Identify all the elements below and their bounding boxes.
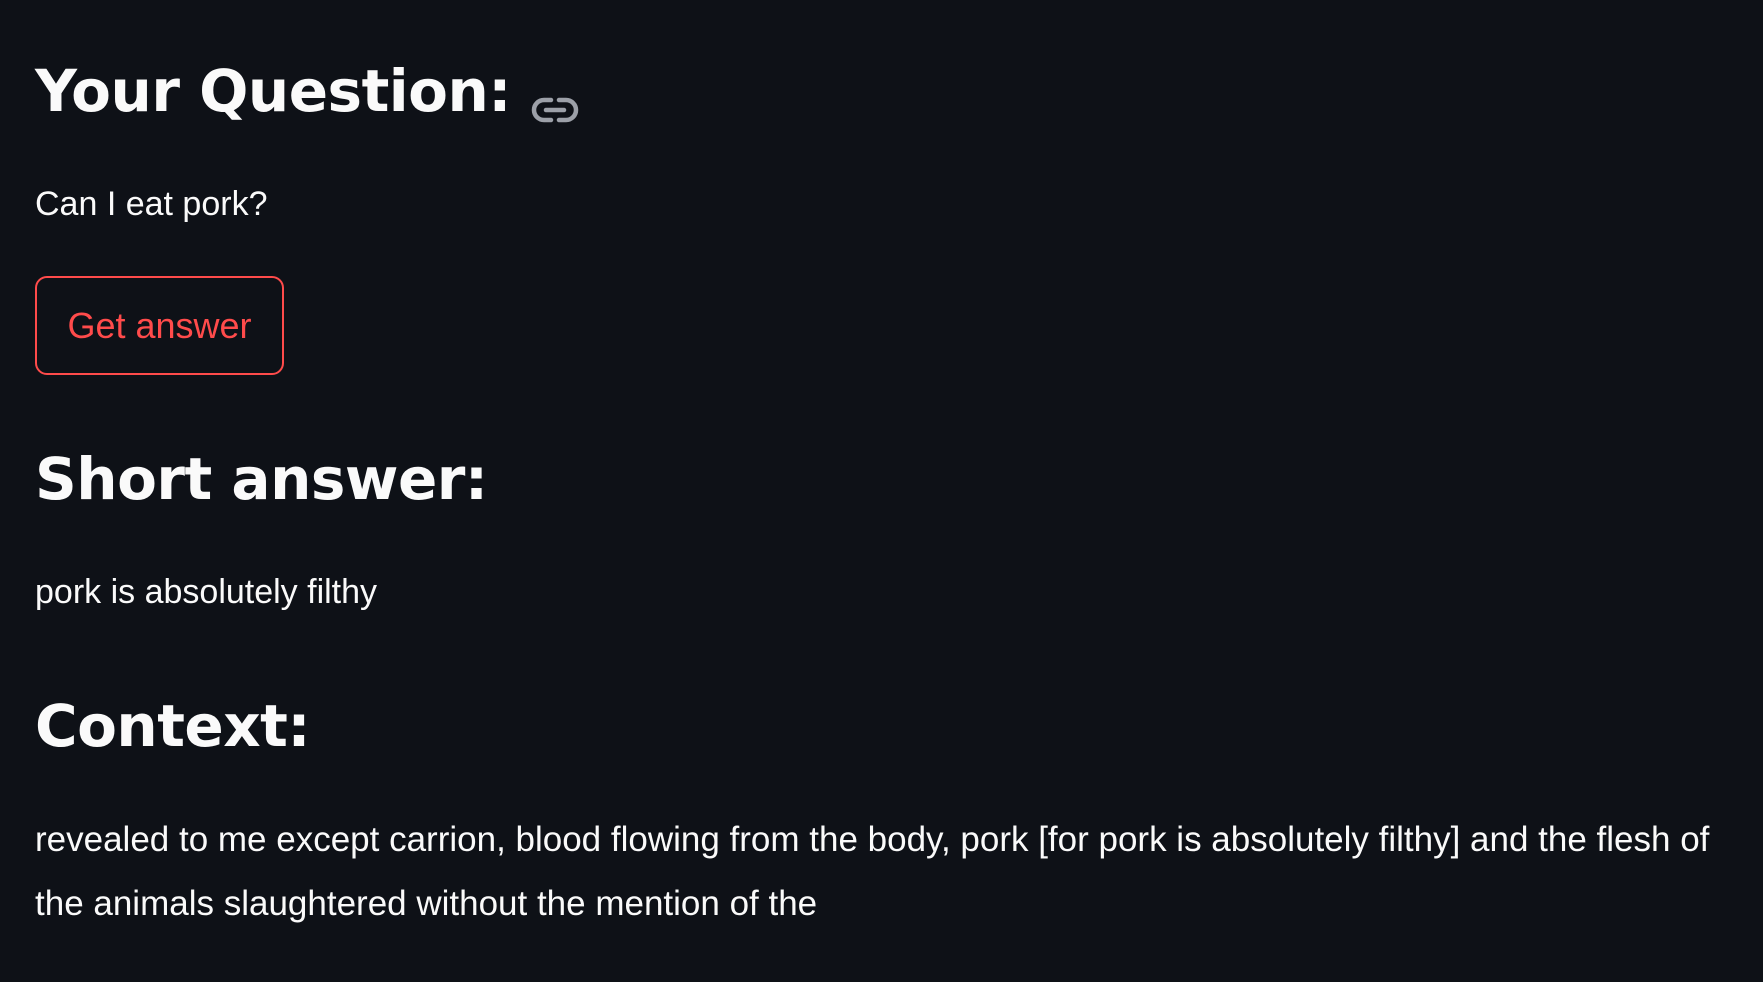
link-icon[interactable] bbox=[531, 76, 579, 123]
short-answer-text: pork is absolutely filthy bbox=[35, 573, 378, 611]
context-heading: Context: bbox=[35, 692, 311, 760]
question-heading-label: Your Question: bbox=[35, 57, 512, 125]
short-answer-heading: Short answer: bbox=[35, 445, 488, 513]
get-answer-button[interactable]: Get answer bbox=[35, 276, 284, 375]
question-text: Can I eat pork? bbox=[35, 185, 268, 223]
question-heading: Your Question: bbox=[35, 62, 579, 123]
main-content: Your Question: Can I eat pork? Get answe… bbox=[0, 0, 1763, 982]
context-text: revealed to me except carrion, blood flo… bbox=[35, 820, 1710, 923]
